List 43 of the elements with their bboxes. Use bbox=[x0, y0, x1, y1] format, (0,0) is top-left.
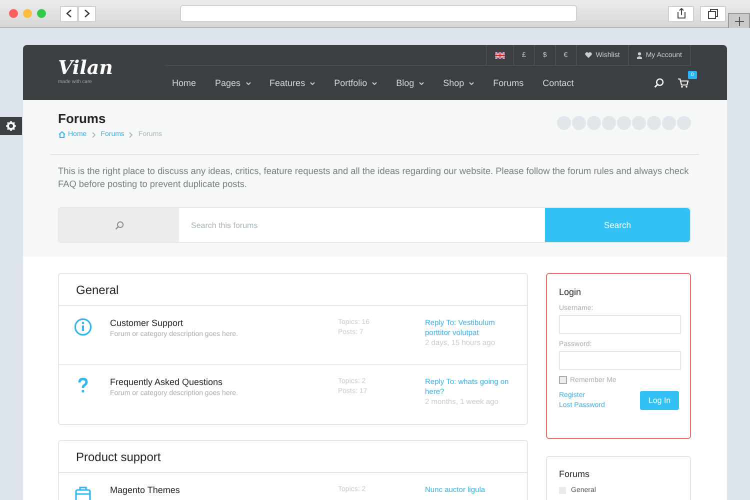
nav-item[interactable]: Home bbox=[172, 78, 196, 88]
widget-title: Forums bbox=[559, 469, 590, 479]
username-field[interactable] bbox=[559, 315, 681, 334]
chevron-left-icon bbox=[66, 9, 72, 18]
password-field[interactable] bbox=[559, 351, 681, 370]
nav-item[interactable]: Shop bbox=[443, 78, 474, 88]
page-title: Forums bbox=[58, 111, 107, 126]
flag-icon bbox=[494, 52, 505, 58]
forum-title[interactable]: Frequently Asked Questions bbox=[110, 377, 223, 387]
forum-title[interactable]: Customer Support bbox=[110, 318, 184, 328]
heart-icon bbox=[584, 52, 592, 58]
remember-checkbox[interactable] bbox=[559, 376, 567, 384]
intro-text: This is the right place to discuss any ideas, critics, feature requests and all the ideas regarding our website. Please follow the forum rules and always check FAQ before posting to prevent duplicate posts. bbox=[58, 165, 690, 191]
nav-item[interactable]: Pages bbox=[215, 78, 251, 88]
forward-button[interactable] bbox=[78, 6, 96, 22]
chevron-right-icon bbox=[92, 132, 96, 138]
address-field[interactable] bbox=[180, 5, 577, 22]
chevron-right-icon bbox=[84, 9, 90, 18]
settings-icon bbox=[6, 121, 16, 131]
forum-title[interactable]: Magento Themes bbox=[110, 485, 180, 495]
tabs-button[interactable] bbox=[700, 6, 726, 22]
share-button[interactable] bbox=[668, 6, 694, 22]
nav-item[interactable]: Blog bbox=[396, 78, 424, 88]
briefcase-icon bbox=[74, 485, 92, 500]
nav-item[interactable]: Contact bbox=[542, 78, 574, 88]
chevron-right-icon bbox=[129, 132, 134, 138]
tabs-icon bbox=[708, 8, 718, 18]
widget-title: Login bbox=[559, 287, 582, 297]
search-icon[interactable] bbox=[654, 78, 664, 88]
home-icon bbox=[58, 131, 66, 138]
share-icon bbox=[676, 8, 686, 19]
user-icon bbox=[636, 52, 642, 58]
plus-icon bbox=[734, 17, 744, 26]
cart-icon[interactable] bbox=[678, 78, 689, 88]
logo[interactable]: Vilan bbox=[58, 58, 113, 78]
nav-item[interactable]: Features bbox=[270, 78, 316, 88]
info-icon bbox=[74, 318, 92, 336]
back-button[interactable] bbox=[60, 6, 78, 22]
settings-tab[interactable] bbox=[0, 117, 22, 135]
category-title: Product support bbox=[59, 441, 527, 473]
nav-item[interactable]: Portfolio bbox=[334, 78, 378, 88]
nav-item[interactable]: Forums bbox=[493, 78, 524, 88]
category-title: General bbox=[59, 274, 527, 306]
